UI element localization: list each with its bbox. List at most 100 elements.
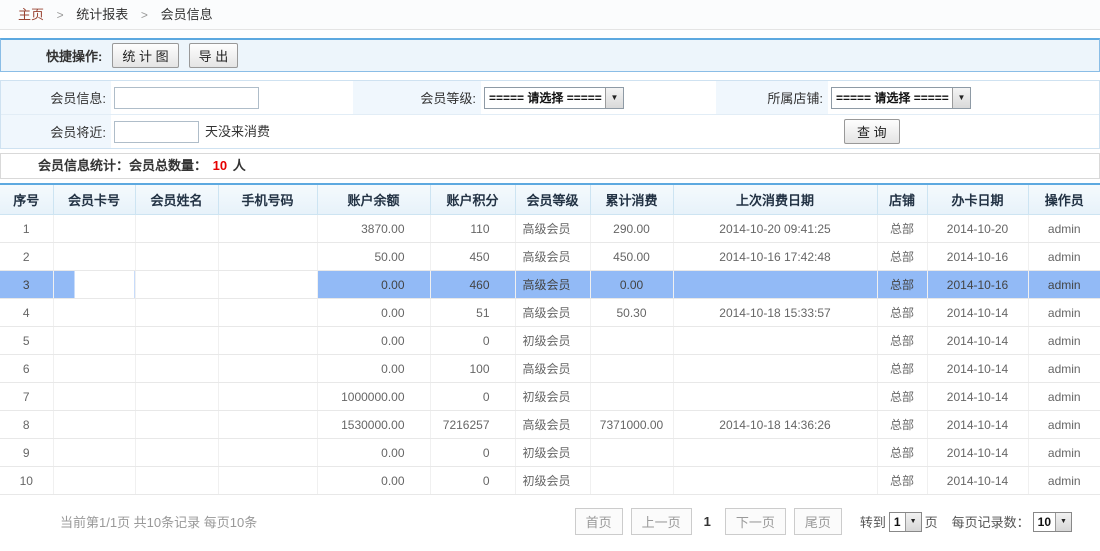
cell-total [590,327,673,355]
member-table: 序号会员卡号会员姓名手机号码账户余额账户积分会员等级累计消费上次消费日期店铺办卡… [0,183,1100,495]
next-page-button[interactable]: 下一页 [725,508,786,535]
cell-phone [218,383,317,411]
cell-no: 10 [0,467,53,495]
search-form-row-1: 会员信息: 会员等级: ===== 请选择 ===== ▼ 所属店铺: ====… [1,81,1099,115]
query-button[interactable]: 查 询 [844,119,900,144]
table-row[interactable]: 60.00100高级会员总部2014-10-14admin [0,355,1100,383]
cell-last [673,439,877,467]
cell-name [135,327,218,355]
cell-card [53,327,135,355]
cell-total: 450.00 [590,243,673,271]
store-select[interactable]: ===== 请选择 ===== ▼ [831,87,971,109]
cell-date: 2014-10-14 [927,467,1028,495]
column-header: 账户余额 [317,184,430,215]
export-button[interactable]: 导 出 [189,43,239,68]
table-row[interactable]: 7 1000000.000初级会员 总部2014-10-14admin [0,383,1100,411]
member-info-input[interactable] [114,87,259,109]
goto-page-select[interactable]: 1 ▼ [889,512,922,532]
cell-no: 9 [0,439,53,467]
cell-level: 初级会员 [515,327,590,355]
cell-name [135,299,218,327]
cell-no: 6 [0,355,53,383]
table-row[interactable]: 40.0051高级会员50.302014-10-18 15:33:57总部201… [0,299,1100,327]
chevron-down-icon[interactable]: ▼ [605,88,623,108]
cell-name [135,383,218,411]
cell-points: 7216257 [430,411,515,439]
cell-phone [218,327,317,355]
table-row[interactable]: 100.000初级会员总部2014-10-14admin [0,467,1100,495]
cell-points: 110 [430,215,515,243]
breadcrumb-item-reports[interactable]: 统计报表 [76,7,128,22]
chevron-down-icon[interactable]: ▼ [1055,513,1071,531]
cell-balance: 1000000.00 [317,383,430,411]
store-select-value: ===== 请选择 ===== [832,88,952,108]
member-table-body: 13870.00110高级会员290.002014-10-20 09:41:25… [0,215,1100,495]
cell-points: 100 [430,355,515,383]
column-header: 序号 [0,184,53,215]
column-header: 办卡日期 [927,184,1028,215]
table-row[interactable]: 90.000初级会员总部2014-10-14admin [0,439,1100,467]
cell-total: 290.00 [590,215,673,243]
breadcrumb-home-link[interactable]: 主页 [18,7,44,22]
last-page-button[interactable]: 尾页 [794,508,842,535]
cell-no: 2 [0,243,53,271]
table-row[interactable]: 250.00450高级会员450.002014-10-16 17:42:48总部… [0,243,1100,271]
cell-points: 0 [430,383,515,411]
cell-store: 总部 [877,299,927,327]
cell-card [53,411,135,439]
column-header: 操作员 [1028,184,1100,215]
cell-op: admin [1028,355,1100,383]
goto-page-select-value: 1 [890,513,905,531]
cell-points: 0 [430,327,515,355]
cell-last: 2014-10-18 15:33:57 [673,299,877,327]
breadcrumb-separator: > [57,8,64,22]
cell-no: 3 [0,271,53,299]
cell-total [590,355,673,383]
cell-name [135,271,218,299]
cell-no: 7 [0,383,53,411]
column-header: 手机号码 [218,184,317,215]
cell-name [135,439,218,467]
cell-last: 2014-10-20 09:41:25 [673,215,877,243]
table-row[interactable]: 13870.00110高级会员290.002014-10-20 09:41:25… [0,215,1100,243]
cell-op: admin [1028,383,1100,411]
table-row[interactable]: 30.00460高级会员0.00总部2014-10-16admin [0,271,1100,299]
cell-total: 0.00 [590,271,673,299]
prev-page-button[interactable]: 上一页 [631,508,692,535]
first-page-button[interactable]: 首页 [575,508,623,535]
chevron-down-icon[interactable]: ▼ [952,88,970,108]
cell-store: 总部 [877,411,927,439]
cell-level: 高级会员 [515,299,590,327]
column-header: 上次消费日期 [673,184,877,215]
cell-last [673,383,877,411]
cell-store: 总部 [877,467,927,495]
cell-level: 初级会员 [515,439,590,467]
cell-level: 初级会员 [515,383,590,411]
cell-store: 总部 [877,383,927,411]
cell-total [590,383,673,411]
member-count-unit: 人 [233,158,246,173]
stats-bar: 会员信息统计：会员总数量： 10 人 [0,153,1100,179]
cell-date: 2014-10-14 [927,383,1028,411]
stats-label: 会员信息统计：会员总数量： [38,158,207,173]
table-row[interactable]: 50.000初级会员总部2014-10-14admin [0,327,1100,355]
table-row[interactable]: 81530000.007216257高级会员7371000.002014-10-… [0,411,1100,439]
cell-balance: 3870.00 [317,215,430,243]
chevron-down-icon[interactable]: ▼ [905,513,921,531]
cell-card [53,439,135,467]
column-header: 账户积分 [430,184,515,215]
days-suffix: 天没来消费 [205,124,270,139]
cell-card [53,467,135,495]
member-level-select[interactable]: ===== 请选择 ===== ▼ [484,87,624,109]
cell-op: admin [1028,411,1100,439]
cell-level: 高级会员 [515,271,590,299]
cell-last [673,355,877,383]
chart-button[interactable]: 统 计 图 [112,43,178,68]
days-input[interactable] [114,121,199,143]
cell-date: 2014-10-14 [927,439,1028,467]
per-page-select[interactable]: 10 ▼ [1033,512,1072,532]
cell-total: 50.30 [590,299,673,327]
cell-points: 0 [430,439,515,467]
cell-balance: 50.00 [317,243,430,271]
cell-op: admin [1028,299,1100,327]
